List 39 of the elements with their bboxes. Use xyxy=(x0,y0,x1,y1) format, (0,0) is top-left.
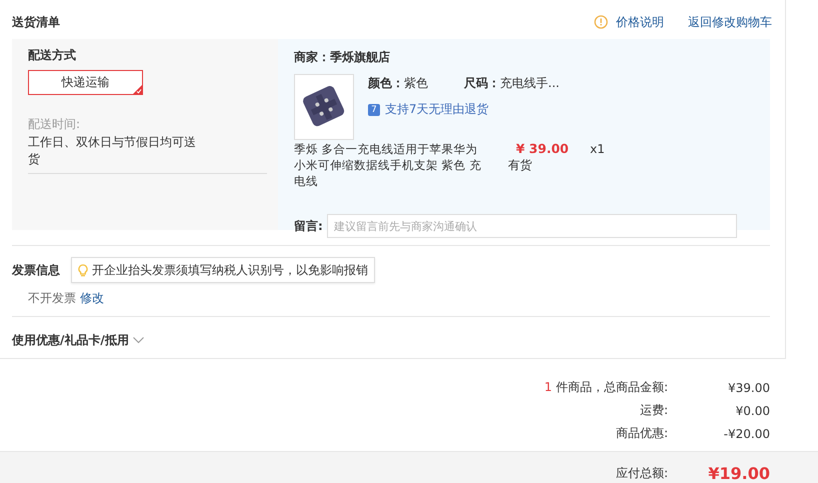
return-badge-icon: 7 xyxy=(368,104,380,116)
message-label: 留言: xyxy=(294,218,323,234)
shipping-option[interactable]: 快递运输 xyxy=(28,70,143,95)
invoice-tip-text: 开企业抬头发票须填写纳税人识别号，以免影响报销 xyxy=(92,262,368,278)
summary-label: 运费: xyxy=(640,403,668,417)
price-info-link[interactable]: 价格说明 xyxy=(616,14,664,30)
summary-label: 件商品，总商品金额: xyxy=(556,380,668,394)
delivery-time-value: 工作日、双休日与节假日均可送货 xyxy=(28,134,197,168)
seller-name: 季烁旗舰店 xyxy=(330,50,390,64)
product-image xyxy=(294,74,354,140)
attribute-label: 尺码： xyxy=(464,76,500,90)
summary-value: -¥20.00 xyxy=(722,426,770,440)
product-quantity: x1 xyxy=(590,141,605,158)
seller-label: 商家： xyxy=(294,50,330,64)
attribute-value: 充电线手... xyxy=(500,76,560,90)
section-title: 送货清单 xyxy=(12,14,60,30)
check-corner-icon xyxy=(133,85,142,94)
item-count: 1 xyxy=(544,380,552,394)
return-policy: 支持7天无理由退货 xyxy=(385,101,489,118)
info-icon xyxy=(594,15,608,29)
attribute-label: 颜色： xyxy=(368,76,404,90)
summary-value: ¥0.00 xyxy=(734,404,770,418)
stock-status: 有货 xyxy=(508,157,533,173)
delivery-time-label: 配送时间: xyxy=(28,116,82,133)
invoice-title: 发票信息 xyxy=(12,262,60,278)
message-field[interactable]: 建议留言前先与商家沟通确认 xyxy=(326,214,737,238)
lightbulb-icon xyxy=(78,264,88,276)
summary-value: ¥39.00 xyxy=(727,380,770,394)
total-value: ¥19.00 xyxy=(707,464,770,483)
invoice-value: 不开发票 xyxy=(28,291,76,305)
total-label: 应付总额: xyxy=(616,466,668,480)
product-price: ¥ 39.00 xyxy=(516,141,570,157)
back-to-cart-link[interactable]: 返回修改购物车 xyxy=(688,14,772,30)
product-title[interactable]: 季烁 多合一充电线适用于苹果华为小米可伸缩数据线手机支架 紫色 充电线 xyxy=(294,141,486,189)
shipping-title: 配送方式 xyxy=(28,47,77,64)
coupons-toggle[interactable]: 使用优惠/礼品卡/抵用 xyxy=(12,332,144,349)
attribute-value: 紫色 xyxy=(404,76,428,90)
summary-label: 商品优惠: xyxy=(616,426,668,440)
edit-invoice-link[interactable]: 修改 xyxy=(80,291,104,305)
